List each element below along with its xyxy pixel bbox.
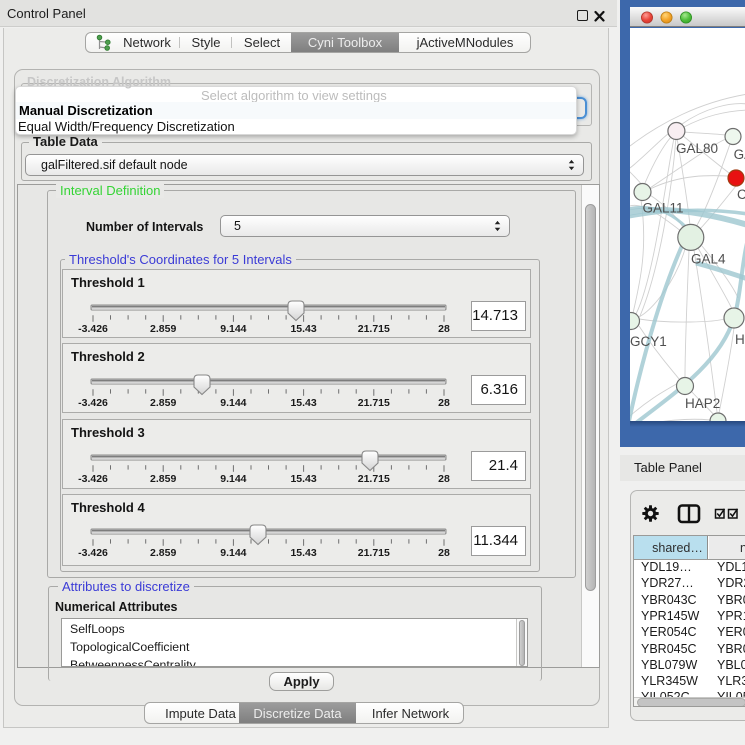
svg-text:21.715: 21.715 xyxy=(358,547,390,559)
svg-text:15.43: 15.43 xyxy=(290,473,316,485)
svg-text:2.859: 2.859 xyxy=(150,473,176,485)
svg-text:GCY1: GCY1 xyxy=(630,334,667,349)
svg-text:2.859: 2.859 xyxy=(150,323,176,335)
svg-text:C: C xyxy=(737,187,745,202)
svg-text:21.715: 21.715 xyxy=(358,473,390,485)
svg-text:HIS: HIS xyxy=(735,332,745,347)
svg-text:28: 28 xyxy=(438,397,450,409)
svg-text:-3.426: -3.426 xyxy=(78,547,108,559)
svg-text:GAL4: GAL4 xyxy=(691,252,726,267)
svg-text:2.859: 2.859 xyxy=(150,547,176,559)
svg-text:28: 28 xyxy=(438,323,450,335)
svg-text:GAL80: GAL80 xyxy=(676,141,718,156)
svg-text:15.43: 15.43 xyxy=(290,547,316,559)
svg-text:-3.426: -3.426 xyxy=(78,397,108,409)
svg-text:28: 28 xyxy=(438,473,450,485)
svg-text:15.43: 15.43 xyxy=(290,323,316,335)
svg-text:9.144: 9.144 xyxy=(220,397,246,409)
svg-text:9.144: 9.144 xyxy=(220,323,246,335)
svg-text:15.43: 15.43 xyxy=(290,397,316,409)
svg-text:GAL11: GAL11 xyxy=(643,201,684,216)
svg-text:-3.426: -3.426 xyxy=(78,473,108,485)
svg-text:-3.426: -3.426 xyxy=(78,323,108,335)
svg-text:2.859: 2.859 xyxy=(150,397,176,409)
svg-text:28: 28 xyxy=(438,547,450,559)
svg-text:9.144: 9.144 xyxy=(220,547,246,559)
svg-text:GAL: GAL xyxy=(734,147,745,162)
svg-text:21.715: 21.715 xyxy=(358,397,390,409)
svg-text:9.144: 9.144 xyxy=(220,473,246,485)
svg-text:HAP2: HAP2 xyxy=(685,396,720,411)
svg-text:21.715: 21.715 xyxy=(358,323,390,335)
